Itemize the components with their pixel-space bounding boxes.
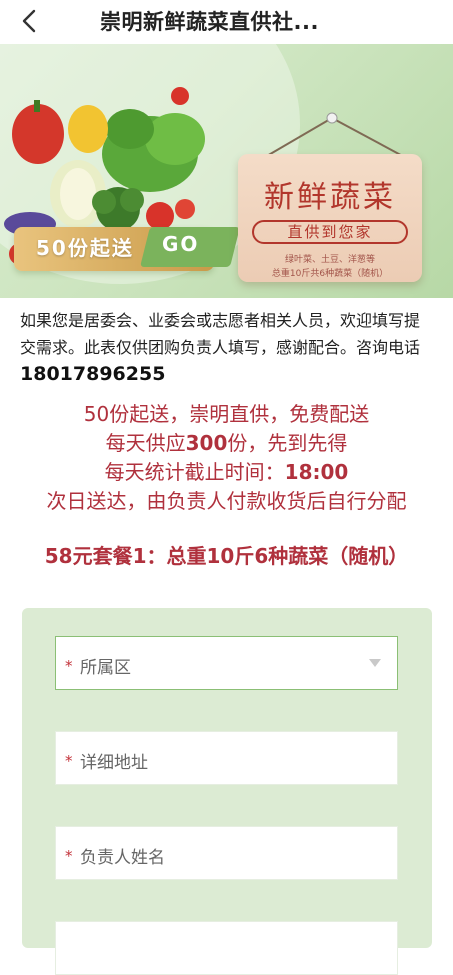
- hanging-sign: 新鲜蔬菜 直供到您家 绿叶菜、土豆、洋葱等 总重10斤共6种蔬菜（随机）: [238, 154, 422, 282]
- intro-paragraph: 如果您是居委会、业委会或志愿者相关人员，欢迎填写提交需求。此表仅供团购负责人填写…: [20, 307, 435, 388]
- district-select[interactable]: * 所属区: [55, 636, 398, 690]
- sign-detail-line: 绿叶菜、土豆、洋葱等: [284, 255, 375, 265]
- required-mark: *: [65, 752, 73, 770]
- promo-line: 50份起送，崇明直供，免费配送: [83, 402, 370, 426]
- sign-detail-line: 总重10斤共6种蔬菜（随机）: [271, 269, 389, 279]
- promo-block: 50份起送，崇明直供，免费配送 每天供应300份，先到先得 每天统计截止时间：1…: [0, 400, 453, 516]
- required-mark: *: [65, 657, 73, 675]
- field-label: 详细地址: [80, 753, 148, 773]
- hero-banner: 50份起送 GO 新鲜蔬菜 直供到您家 绿叶菜、土豆、洋葱等 总重10斤共6种蔬…: [0, 44, 453, 298]
- promo-line: 每天统计截止时间：18:00: [104, 460, 349, 484]
- sign-title: 新鲜蔬菜: [264, 180, 396, 215]
- back-arrow-icon[interactable]: [18, 8, 42, 34]
- page-title: 崇明新鲜蔬菜直供社...: [100, 10, 319, 34]
- leader-name-input[interactable]: * 负责人姓名: [55, 826, 398, 880]
- field-label: 负责人姓名: [80, 848, 165, 868]
- promo-line: 每天供应300份，先到先得: [105, 431, 348, 455]
- contact-phone[interactable]: 18017896255: [20, 363, 165, 385]
- caret-down-icon[interactable]: [369, 659, 381, 667]
- go-badge-text[interactable]: GO: [162, 232, 199, 256]
- field-label: 所属区: [80, 658, 131, 678]
- required-mark: *: [65, 847, 73, 865]
- intro-text: 如果您是居委会、业委会或志愿者相关人员，欢迎填写提交需求。此表仅供团购负责人填写…: [20, 311, 421, 357]
- min-order-badge-text: 50份起送: [36, 236, 134, 260]
- sign-subtitle: 直供到您家: [252, 220, 408, 244]
- top-bar: 崇明新鲜蔬菜直供社...: [0, 0, 453, 44]
- contact-phone-input[interactable]: [55, 921, 398, 975]
- promo-line: 次日送达，由负责人付款收货后自行分配: [46, 489, 407, 513]
- package-title: 58元套餐1：总重10斤6种蔬菜（随机）: [44, 544, 409, 568]
- address-input[interactable]: * 详细地址: [55, 731, 398, 785]
